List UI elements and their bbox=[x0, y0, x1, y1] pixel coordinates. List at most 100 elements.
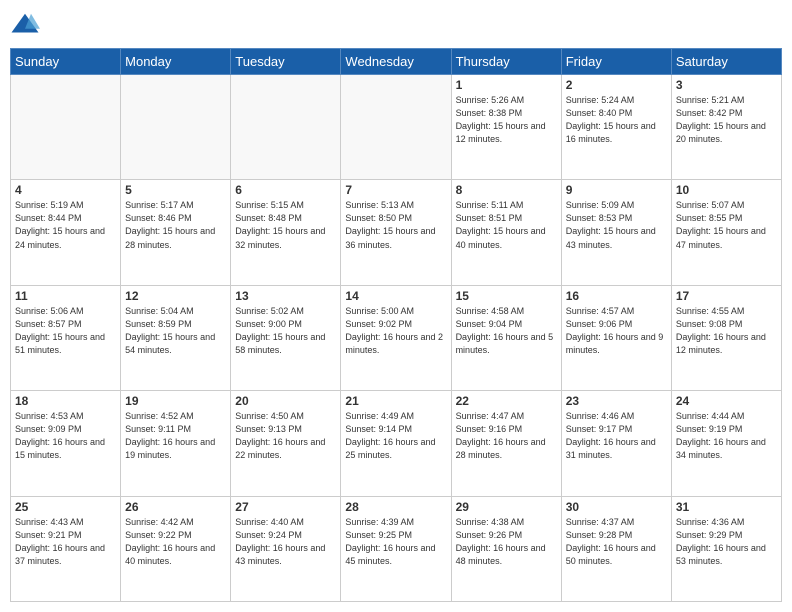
day-number: 29 bbox=[456, 500, 557, 514]
day-info: Sunrise: 5:19 AMSunset: 8:44 PMDaylight:… bbox=[15, 199, 116, 251]
weekday-header-sunday: Sunday bbox=[11, 49, 121, 75]
logo-icon bbox=[10, 10, 40, 40]
day-info: Sunrise: 4:43 AMSunset: 9:21 PMDaylight:… bbox=[15, 516, 116, 568]
day-info: Sunrise: 5:21 AMSunset: 8:42 PMDaylight:… bbox=[676, 94, 777, 146]
logo bbox=[10, 10, 44, 40]
header bbox=[10, 10, 782, 40]
day-number: 3 bbox=[676, 78, 777, 92]
calendar-cell: 28 Sunrise: 4:39 AMSunset: 9:25 PMDayligh… bbox=[341, 496, 451, 601]
calendar-cell: 17Sunrise: 4:55 AMSunset: 9:08 PMDayligh… bbox=[671, 285, 781, 390]
calendar-cell: 14 Sunrise: 5:00 AMSunset: 9:02 PMDayligh… bbox=[341, 285, 451, 390]
day-number: 2 bbox=[566, 78, 667, 92]
calendar-cell: 15 Sunrise: 4:58 AMSunset: 9:04 PMDayligh… bbox=[451, 285, 561, 390]
day-info: Sunrise: 4:40 AMSunset: 9:24 PMDaylight:… bbox=[235, 516, 336, 568]
day-number: 10 bbox=[676, 183, 777, 197]
day-info: Sunrise: 4:47 AMSunset: 9:16 PMDaylight:… bbox=[456, 410, 557, 462]
day-info: Sunrise: 5:06 AMSunset: 8:57 PMDaylight:… bbox=[15, 305, 116, 357]
weekday-header-tuesday: Tuesday bbox=[231, 49, 341, 75]
calendar-cell: 7Sunrise: 5:13 AMSunset: 8:50 PMDaylight… bbox=[341, 180, 451, 285]
calendar-cell: 29Sunrise: 4:38 AMSunset: 9:26 PMDayligh… bbox=[451, 496, 561, 601]
day-info: Sunrise: 4:52 AMSunset: 9:11 PMDaylight:… bbox=[125, 410, 226, 462]
page: SundayMondayTuesdayWednesdayThursdayFrid… bbox=[0, 0, 792, 612]
calendar-cell: 5 Sunrise: 5:17 AMSunset: 8:46 PMDaylight… bbox=[121, 180, 231, 285]
day-number: 26 bbox=[125, 500, 226, 514]
day-info: Sunrise: 4:39 AMSunset: 9:25 PMDaylight:… bbox=[345, 516, 446, 568]
day-info: Sunrise: 5:15 AMSunset: 8:48 PMDaylight:… bbox=[235, 199, 336, 251]
calendar-cell: 24Sunrise: 4:44 AMSunset: 9:19 PMDayligh… bbox=[671, 391, 781, 496]
calendar-cell bbox=[341, 75, 451, 180]
calendar-week-3: 11 Sunrise: 5:06 AMSunset: 8:57 PMDayligh… bbox=[11, 285, 782, 390]
day-info: Sunrise: 5:17 AMSunset: 8:46 PMDaylight:… bbox=[125, 199, 226, 251]
day-info: Sunrise: 5:26 AMSunset: 8:38 PMDaylight:… bbox=[456, 94, 557, 146]
day-number: 30 bbox=[566, 500, 667, 514]
day-info: Sunrise: 4:58 AMSunset: 9:04 PMDaylight:… bbox=[456, 305, 557, 357]
calendar-cell: 25Sunrise: 4:43 AMSunset: 9:21 PMDayligh… bbox=[11, 496, 121, 601]
day-number: 31 bbox=[676, 500, 777, 514]
calendar-cell: 12 Sunrise: 5:04 AMSunset: 8:59 PMDayligh… bbox=[121, 285, 231, 390]
day-number: 11 bbox=[15, 289, 116, 303]
day-info: Sunrise: 5:13 AMSunset: 8:50 PMDaylight:… bbox=[345, 199, 446, 251]
weekday-header-wednesday: Wednesday bbox=[341, 49, 451, 75]
calendar-cell: 9 Sunrise: 5:09 AMSunset: 8:53 PMDaylight… bbox=[561, 180, 671, 285]
day-number: 13 bbox=[235, 289, 336, 303]
day-number: 12 bbox=[125, 289, 226, 303]
day-number: 28 bbox=[345, 500, 446, 514]
day-info: Sunrise: 4:49 AMSunset: 9:14 PMDaylight:… bbox=[345, 410, 446, 462]
day-number: 19 bbox=[125, 394, 226, 408]
day-number: 6 bbox=[235, 183, 336, 197]
day-number: 22 bbox=[456, 394, 557, 408]
day-info: Sunrise: 5:09 AMSunset: 8:53 PMDaylight:… bbox=[566, 199, 667, 251]
day-info: Sunrise: 4:50 AMSunset: 9:13 PMDaylight:… bbox=[235, 410, 336, 462]
day-number: 15 bbox=[456, 289, 557, 303]
day-info: Sunrise: 4:46 AMSunset: 9:17 PMDaylight:… bbox=[566, 410, 667, 462]
calendar-cell: 20Sunrise: 4:50 AMSunset: 9:13 PMDayligh… bbox=[231, 391, 341, 496]
calendar-cell: 23Sunrise: 4:46 AMSunset: 9:17 PMDayligh… bbox=[561, 391, 671, 496]
day-info: Sunrise: 5:11 AMSunset: 8:51 PMDaylight:… bbox=[456, 199, 557, 251]
day-info: Sunrise: 4:37 AMSunset: 9:28 PMDaylight:… bbox=[566, 516, 667, 568]
day-info: Sunrise: 5:04 AMSunset: 8:59 PMDaylight:… bbox=[125, 305, 226, 357]
calendar-cell: 2 Sunrise: 5:24 AMSunset: 8:40 PMDaylight… bbox=[561, 75, 671, 180]
calendar-cell: 16 Sunrise: 4:57 AMSunset: 9:06 PMDayligh… bbox=[561, 285, 671, 390]
day-info: Sunrise: 4:53 AMSunset: 9:09 PMDaylight:… bbox=[15, 410, 116, 462]
calendar-cell: 30 Sunrise: 4:37 AMSunset: 9:28 PMDayligh… bbox=[561, 496, 671, 601]
day-number: 9 bbox=[566, 183, 667, 197]
calendar-cell: 22 Sunrise: 4:47 AMSunset: 9:16 PMDayligh… bbox=[451, 391, 561, 496]
day-number: 21 bbox=[345, 394, 446, 408]
day-info: Sunrise: 4:42 AMSunset: 9:22 PMDaylight:… bbox=[125, 516, 226, 568]
day-info: Sunrise: 4:44 AMSunset: 9:19 PMDaylight:… bbox=[676, 410, 777, 462]
day-info: Sunrise: 5:07 AMSunset: 8:55 PMDaylight:… bbox=[676, 199, 777, 251]
calendar-week-1: 1 Sunrise: 5:26 AMSunset: 8:38 PMDaylight… bbox=[11, 75, 782, 180]
calendar-cell: 10 Sunrise: 5:07 AMSunset: 8:55 PMDayligh… bbox=[671, 180, 781, 285]
weekday-header-saturday: Saturday bbox=[671, 49, 781, 75]
calendar-week-2: 4Sunrise: 5:19 AMSunset: 8:44 PMDaylight… bbox=[11, 180, 782, 285]
day-info: Sunrise: 5:02 AMSunset: 9:00 PMDaylight:… bbox=[235, 305, 336, 357]
calendar-cell: 6 Sunrise: 5:15 AMSunset: 8:48 PMDaylight… bbox=[231, 180, 341, 285]
calendar-cell bbox=[231, 75, 341, 180]
day-number: 27 bbox=[235, 500, 336, 514]
calendar-cell: 3 Sunrise: 5:21 AMSunset: 8:42 PMDaylight… bbox=[671, 75, 781, 180]
calendar-cell: 18 Sunrise: 4:53 AMSunset: 9:09 PMDayligh… bbox=[11, 391, 121, 496]
calendar-cell: 19 Sunrise: 4:52 AMSunset: 9:11 PMDayligh… bbox=[121, 391, 231, 496]
day-info: Sunrise: 5:24 AMSunset: 8:40 PMDaylight:… bbox=[566, 94, 667, 146]
day-number: 14 bbox=[345, 289, 446, 303]
calendar-cell: 11 Sunrise: 5:06 AMSunset: 8:57 PMDayligh… bbox=[11, 285, 121, 390]
calendar-cell: 4Sunrise: 5:19 AMSunset: 8:44 PMDaylight… bbox=[11, 180, 121, 285]
day-number: 18 bbox=[15, 394, 116, 408]
day-number: 8 bbox=[456, 183, 557, 197]
day-number: 16 bbox=[566, 289, 667, 303]
calendar-cell: 13 Sunrise: 5:02 AMSunset: 9:00 PMDayligh… bbox=[231, 285, 341, 390]
day-info: Sunrise: 4:36 AMSunset: 9:29 PMDaylight:… bbox=[676, 516, 777, 568]
calendar-cell: 31 Sunrise: 4:36 AMSunset: 9:29 PMDayligh… bbox=[671, 496, 781, 601]
day-number: 1 bbox=[456, 78, 557, 92]
calendar-cell: 26 Sunrise: 4:42 AMSunset: 9:22 PMDayligh… bbox=[121, 496, 231, 601]
day-number: 5 bbox=[125, 183, 226, 197]
calendar-cell: 21 Sunrise: 4:49 AMSunset: 9:14 PMDayligh… bbox=[341, 391, 451, 496]
weekday-header-friday: Friday bbox=[561, 49, 671, 75]
day-info: Sunrise: 4:57 AMSunset: 9:06 PMDaylight:… bbox=[566, 305, 667, 357]
calendar-week-5: 25Sunrise: 4:43 AMSunset: 9:21 PMDayligh… bbox=[11, 496, 782, 601]
day-info: Sunrise: 5:00 AMSunset: 9:02 PMDaylight:… bbox=[345, 305, 446, 357]
calendar-week-4: 18 Sunrise: 4:53 AMSunset: 9:09 PMDayligh… bbox=[11, 391, 782, 496]
weekday-header-thursday: Thursday bbox=[451, 49, 561, 75]
calendar-cell bbox=[121, 75, 231, 180]
calendar-table: SundayMondayTuesdayWednesdayThursdayFrid… bbox=[10, 48, 782, 602]
